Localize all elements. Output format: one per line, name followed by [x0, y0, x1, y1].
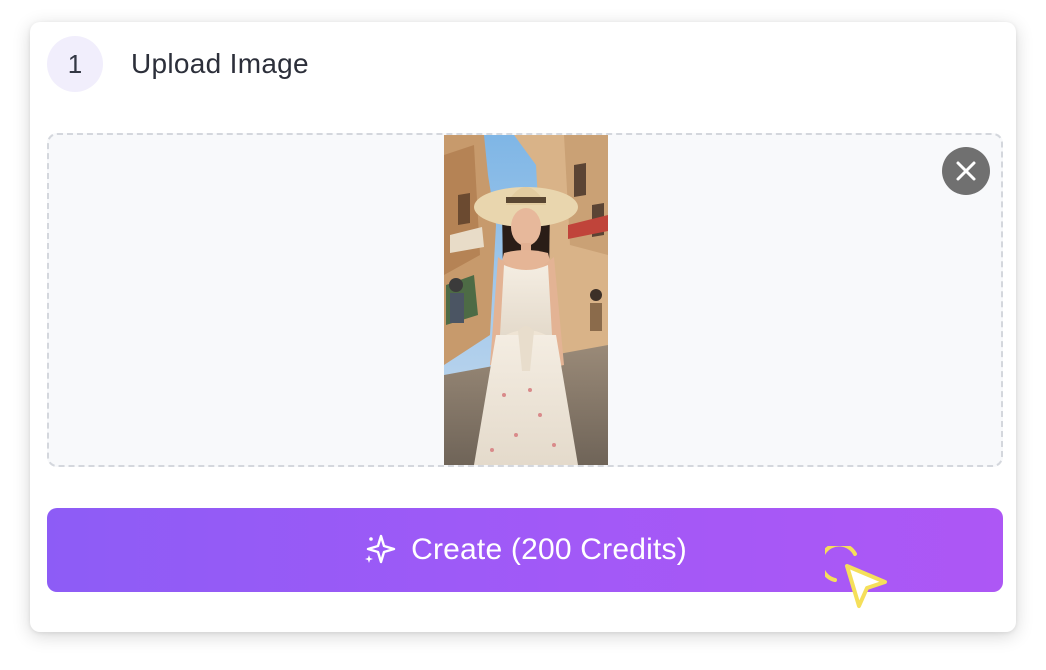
upload-card: 1 Upload Image Create (200 Credits)	[30, 22, 1016, 632]
step-header: 1 Upload Image	[47, 36, 309, 92]
sparkle-icon	[363, 533, 397, 567]
step-title: Upload Image	[131, 48, 309, 79]
create-button-label: Create (200 Credits)	[411, 533, 687, 566]
image-upload-dropzone[interactable]	[47, 133, 1003, 467]
click-cursor-icon	[825, 546, 887, 608]
uploaded-image-preview	[444, 135, 608, 465]
close-icon	[956, 161, 976, 181]
step-number-badge: 1	[47, 36, 103, 92]
remove-image-button[interactable]	[942, 147, 990, 195]
